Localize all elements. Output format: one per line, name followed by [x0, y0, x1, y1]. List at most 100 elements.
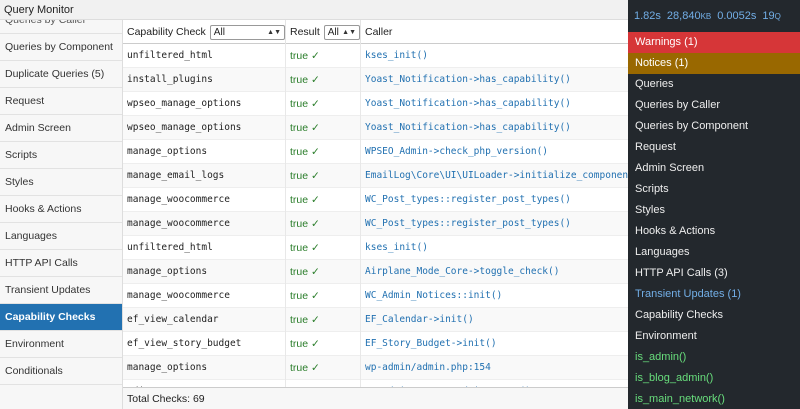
result-cell: true ✓ — [286, 140, 361, 164]
result-cell: true ✓ — [286, 116, 361, 140]
capability-cell: manage_options — [123, 140, 286, 164]
table-row: manage_options true ✓ Airplane_Mode_Core->… — [123, 260, 628, 284]
caller-link[interactable]: Yoast_Notification->has_capability() — [361, 116, 628, 140]
caller-link[interactable]: EF_Calendar->init() — [361, 308, 628, 332]
capability-cell: edit_posts — [123, 380, 286, 387]
adminbar-item-capability-checks[interactable]: Capability Checks — [628, 305, 800, 326]
caller-link[interactable]: Yoast_Notification->has_capability() — [361, 92, 628, 116]
caller-link[interactable]: WPSEO_Admin->check_php_version() — [361, 140, 628, 164]
caller-link[interactable]: Yoast_Notification->has_capability() — [361, 68, 628, 92]
capability-cell: manage_woocommerce — [123, 188, 286, 212]
nav-item-environment[interactable]: Environment — [0, 331, 122, 358]
adminbar-item-styles[interactable]: Styles — [628, 200, 800, 221]
nav-item-request[interactable]: Request — [0, 88, 122, 115]
table-footer: Total Checks: 69 — [123, 387, 628, 409]
stat-queries-unit: Q — [774, 12, 781, 21]
nav-item-hooks-actions[interactable]: Hooks & Actions — [0, 196, 122, 223]
adminbar-item-http-api-calls-3[interactable]: HTTP API Calls (3) — [628, 263, 800, 284]
caller-link[interactable]: WC_Admin_menus->admin_menus() — [361, 380, 628, 387]
nav-item-queries-by-component[interactable]: Queries by Component — [0, 34, 122, 61]
nav-item-capability-checks[interactable]: Capability Checks — [0, 304, 122, 331]
capability-cell: ef_view_story_budget — [123, 332, 286, 356]
caller-link[interactable]: WC_Post_types::register_post_types() — [361, 212, 628, 236]
adminbar-item-notices-1[interactable]: Notices (1) — [628, 53, 800, 74]
capability-cell: manage_woocommerce — [123, 284, 286, 308]
stat-queries-group: 19Q — [762, 10, 780, 22]
adminbar-item-admin-screen[interactable]: Admin Screen — [628, 158, 800, 179]
adminbar-item-is-blog-admin[interactable]: is_blog_admin() — [628, 368, 800, 389]
adminbar-item-warnings-1[interactable]: Warnings (1) — [628, 32, 800, 53]
table-row: ef_view_calendar true ✓ EF_Calendar->init(… — [123, 308, 628, 332]
adminbar-item-is-main-network[interactable]: is_main_network() — [628, 389, 800, 409]
table-row: manage_woocommerce true ✓ WC_Post_types::r… — [123, 212, 628, 236]
result-header-label: Result — [290, 26, 320, 38]
chevron-down-icon: ▲▼ — [267, 28, 281, 36]
adminbar-item-request[interactable]: Request — [628, 137, 800, 158]
result-cell: true ✓ — [286, 44, 361, 68]
table-header: Capability Check All ▲▼ Result All ▲▼ Ca… — [123, 20, 628, 44]
nav-item-duplicate-queries-5[interactable]: Duplicate Queries (5) — [0, 61, 122, 88]
adminbar-item-languages[interactable]: Languages — [628, 242, 800, 263]
stat-memory-group: 28,840KB — [667, 10, 711, 22]
result-cell: true ✓ — [286, 164, 361, 188]
adminbar-list: Warnings (1) Notices (1) Queries Queries by… — [628, 32, 800, 409]
adminbar-item-hooks-actions[interactable]: Hooks & Actions — [628, 221, 800, 242]
caller-link[interactable]: wp-admin/admin.php:154 — [361, 356, 628, 380]
nav-item-styles[interactable]: Styles — [0, 169, 122, 196]
stat-memory-unit: KB — [700, 12, 712, 21]
result-column-header: Result All ▲▼ — [286, 20, 361, 44]
nav-item-scripts[interactable]: Scripts — [0, 142, 122, 169]
nav-item-conditionals[interactable]: Conditionals — [0, 358, 122, 385]
result-cell: true ✓ — [286, 284, 361, 308]
nav-item-http-api-calls[interactable]: HTTP API Calls — [0, 250, 122, 277]
adminbar-item-scripts[interactable]: Scripts — [628, 179, 800, 200]
adminbar-item-transient-updates-1[interactable]: Transient Updates (1) — [628, 284, 800, 305]
capability-cell: install_plugins — [123, 68, 286, 92]
result-cell: true ✓ — [286, 260, 361, 284]
capability-cell: manage_options — [123, 260, 286, 284]
capability-cell: manage_options — [123, 356, 286, 380]
panel-title: Query Monitor — [0, 0, 628, 20]
result-cell: true ✓ — [286, 332, 361, 356]
table-body: unfiltered_html true ✓ kses_init() install_… — [123, 44, 628, 387]
adminbar-item-is-admin[interactable]: is_admin() — [628, 347, 800, 368]
caller-link[interactable]: EF_Story_Budget->init() — [361, 332, 628, 356]
result-cell: true ✓ — [286, 236, 361, 260]
capability-filter-value: All — [213, 26, 225, 38]
capability-cell: unfiltered_html — [123, 44, 286, 68]
adminbar-item-queries-by-caller[interactable]: Queries by Caller — [628, 95, 800, 116]
adminbar-menu: 1.82s 28,840KB 0.0052s 19Q Warnings (1) N… — [628, 0, 800, 409]
capability-column-header: Capability Check All ▲▼ — [123, 20, 286, 44]
caller-link[interactable]: EmailLog\Core\UI\UILoader->initialize_co… — [361, 164, 628, 188]
capability-cell: manage_email_logs — [123, 164, 286, 188]
caller-link[interactable]: WC_Admin_Notices::init() — [361, 284, 628, 308]
capability-cell: ef_view_calendar — [123, 308, 286, 332]
panel-nav: Queries by Caller Queries by Component Dup… — [0, 14, 123, 409]
capability-filter-select[interactable]: All ▲▼ — [209, 24, 285, 40]
caller-header-label: Caller — [365, 26, 393, 38]
table-row: wpseo_manage_options true ✓ Yoast_Notifica… — [123, 92, 628, 116]
nav-item-admin-screen[interactable]: Admin Screen — [0, 115, 122, 142]
nav-item-transient-updates[interactable]: Transient Updates — [0, 277, 122, 304]
caller-link[interactable]: kses_init() — [361, 236, 628, 260]
table-row: manage_woocommerce true ✓ WC_Post_types::r… — [123, 188, 628, 212]
adminbar-item-environment[interactable]: Environment — [628, 326, 800, 347]
table-row: manage_email_logs true ✓ EmailLog\Core\UI\… — [123, 164, 628, 188]
table-row: manage_woocommerce true ✓ WC_Admin_Notices… — [123, 284, 628, 308]
capability-cell: wpseo_manage_options — [123, 92, 286, 116]
table-row: unfiltered_html true ✓ kses_init() — [123, 44, 628, 68]
chevron-down-icon: ▲▼ — [342, 28, 356, 36]
nav-item-languages[interactable]: Languages — [0, 223, 122, 250]
capability-cell: manage_woocommerce — [123, 212, 286, 236]
caller-link[interactable]: Airplane_Mode_Core->toggle_check() — [361, 260, 628, 284]
table-row: unfiltered_html true ✓ kses_init() — [123, 236, 628, 260]
result-filter-select[interactable]: All ▲▼ — [323, 24, 360, 40]
result-filter-value: All — [327, 26, 339, 38]
table-row: edit_poststrue ✓WC_Admin_menus->admin_me… — [123, 380, 628, 387]
adminbar-item-queries[interactable]: Queries — [628, 74, 800, 95]
caller-link[interactable]: kses_init() — [361, 44, 628, 68]
caller-link[interactable]: WC_Post_types::register_post_types() — [361, 188, 628, 212]
adminbar-item-queries-by-component[interactable]: Queries by Component — [628, 116, 800, 137]
capability-cell: unfiltered_html — [123, 236, 286, 260]
adminbar-stats[interactable]: 1.82s 28,840KB 0.0052s 19Q — [628, 0, 800, 32]
